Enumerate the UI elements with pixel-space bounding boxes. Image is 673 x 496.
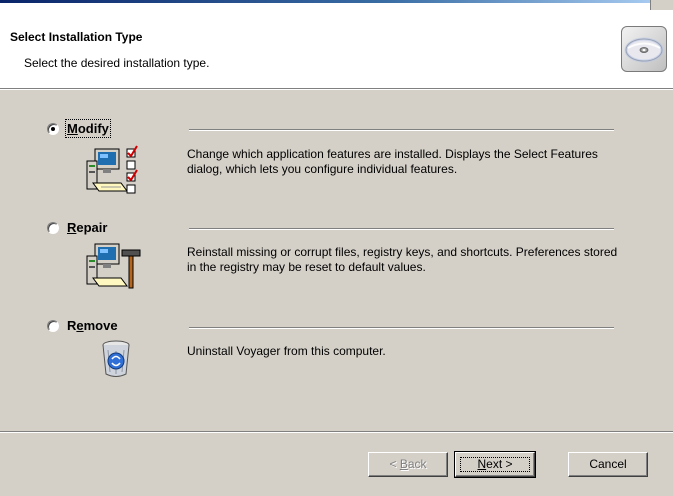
repair-label[interactable]: Repair <box>67 220 107 235</box>
window-corner <box>650 0 673 10</box>
modify-label[interactable]: Modify <box>65 119 111 138</box>
footer-separator <box>0 431 673 433</box>
cancel-button[interactable]: Cancel <box>568 452 648 477</box>
remove-separator <box>189 327 614 329</box>
modify-computer-checklist-icon <box>81 143 147 204</box>
cd-disc-icon <box>621 26 667 72</box>
next-button[interactable]: Next > <box>454 451 536 478</box>
modify-separator <box>189 129 614 131</box>
remove-radio[interactable] <box>47 320 59 332</box>
back-button[interactable]: < Back <box>368 452 448 477</box>
remove-description: Uninstall Voyager from this computer. <box>187 344 386 358</box>
recycle-bin-icon <box>96 338 136 383</box>
repair-description: Reinstall missing or corrupt files, regi… <box>187 245 618 274</box>
repair-computer-hammer-icon <box>81 240 147 297</box>
title-bar-fragment <box>0 0 650 3</box>
page-subtitle: Select the desired installation type. <box>24 56 210 70</box>
modify-description: Change which application features are in… <box>187 147 598 176</box>
page-title: Select Installation Type <box>10 30 143 44</box>
wizard-header: Select Installation Type Select the desi… <box>0 10 673 90</box>
modify-radio[interactable] <box>47 123 59 135</box>
remove-label[interactable]: Remove <box>67 318 118 333</box>
repair-radio[interactable] <box>47 222 59 234</box>
repair-separator <box>189 228 614 230</box>
window-top-strip <box>0 0 673 10</box>
